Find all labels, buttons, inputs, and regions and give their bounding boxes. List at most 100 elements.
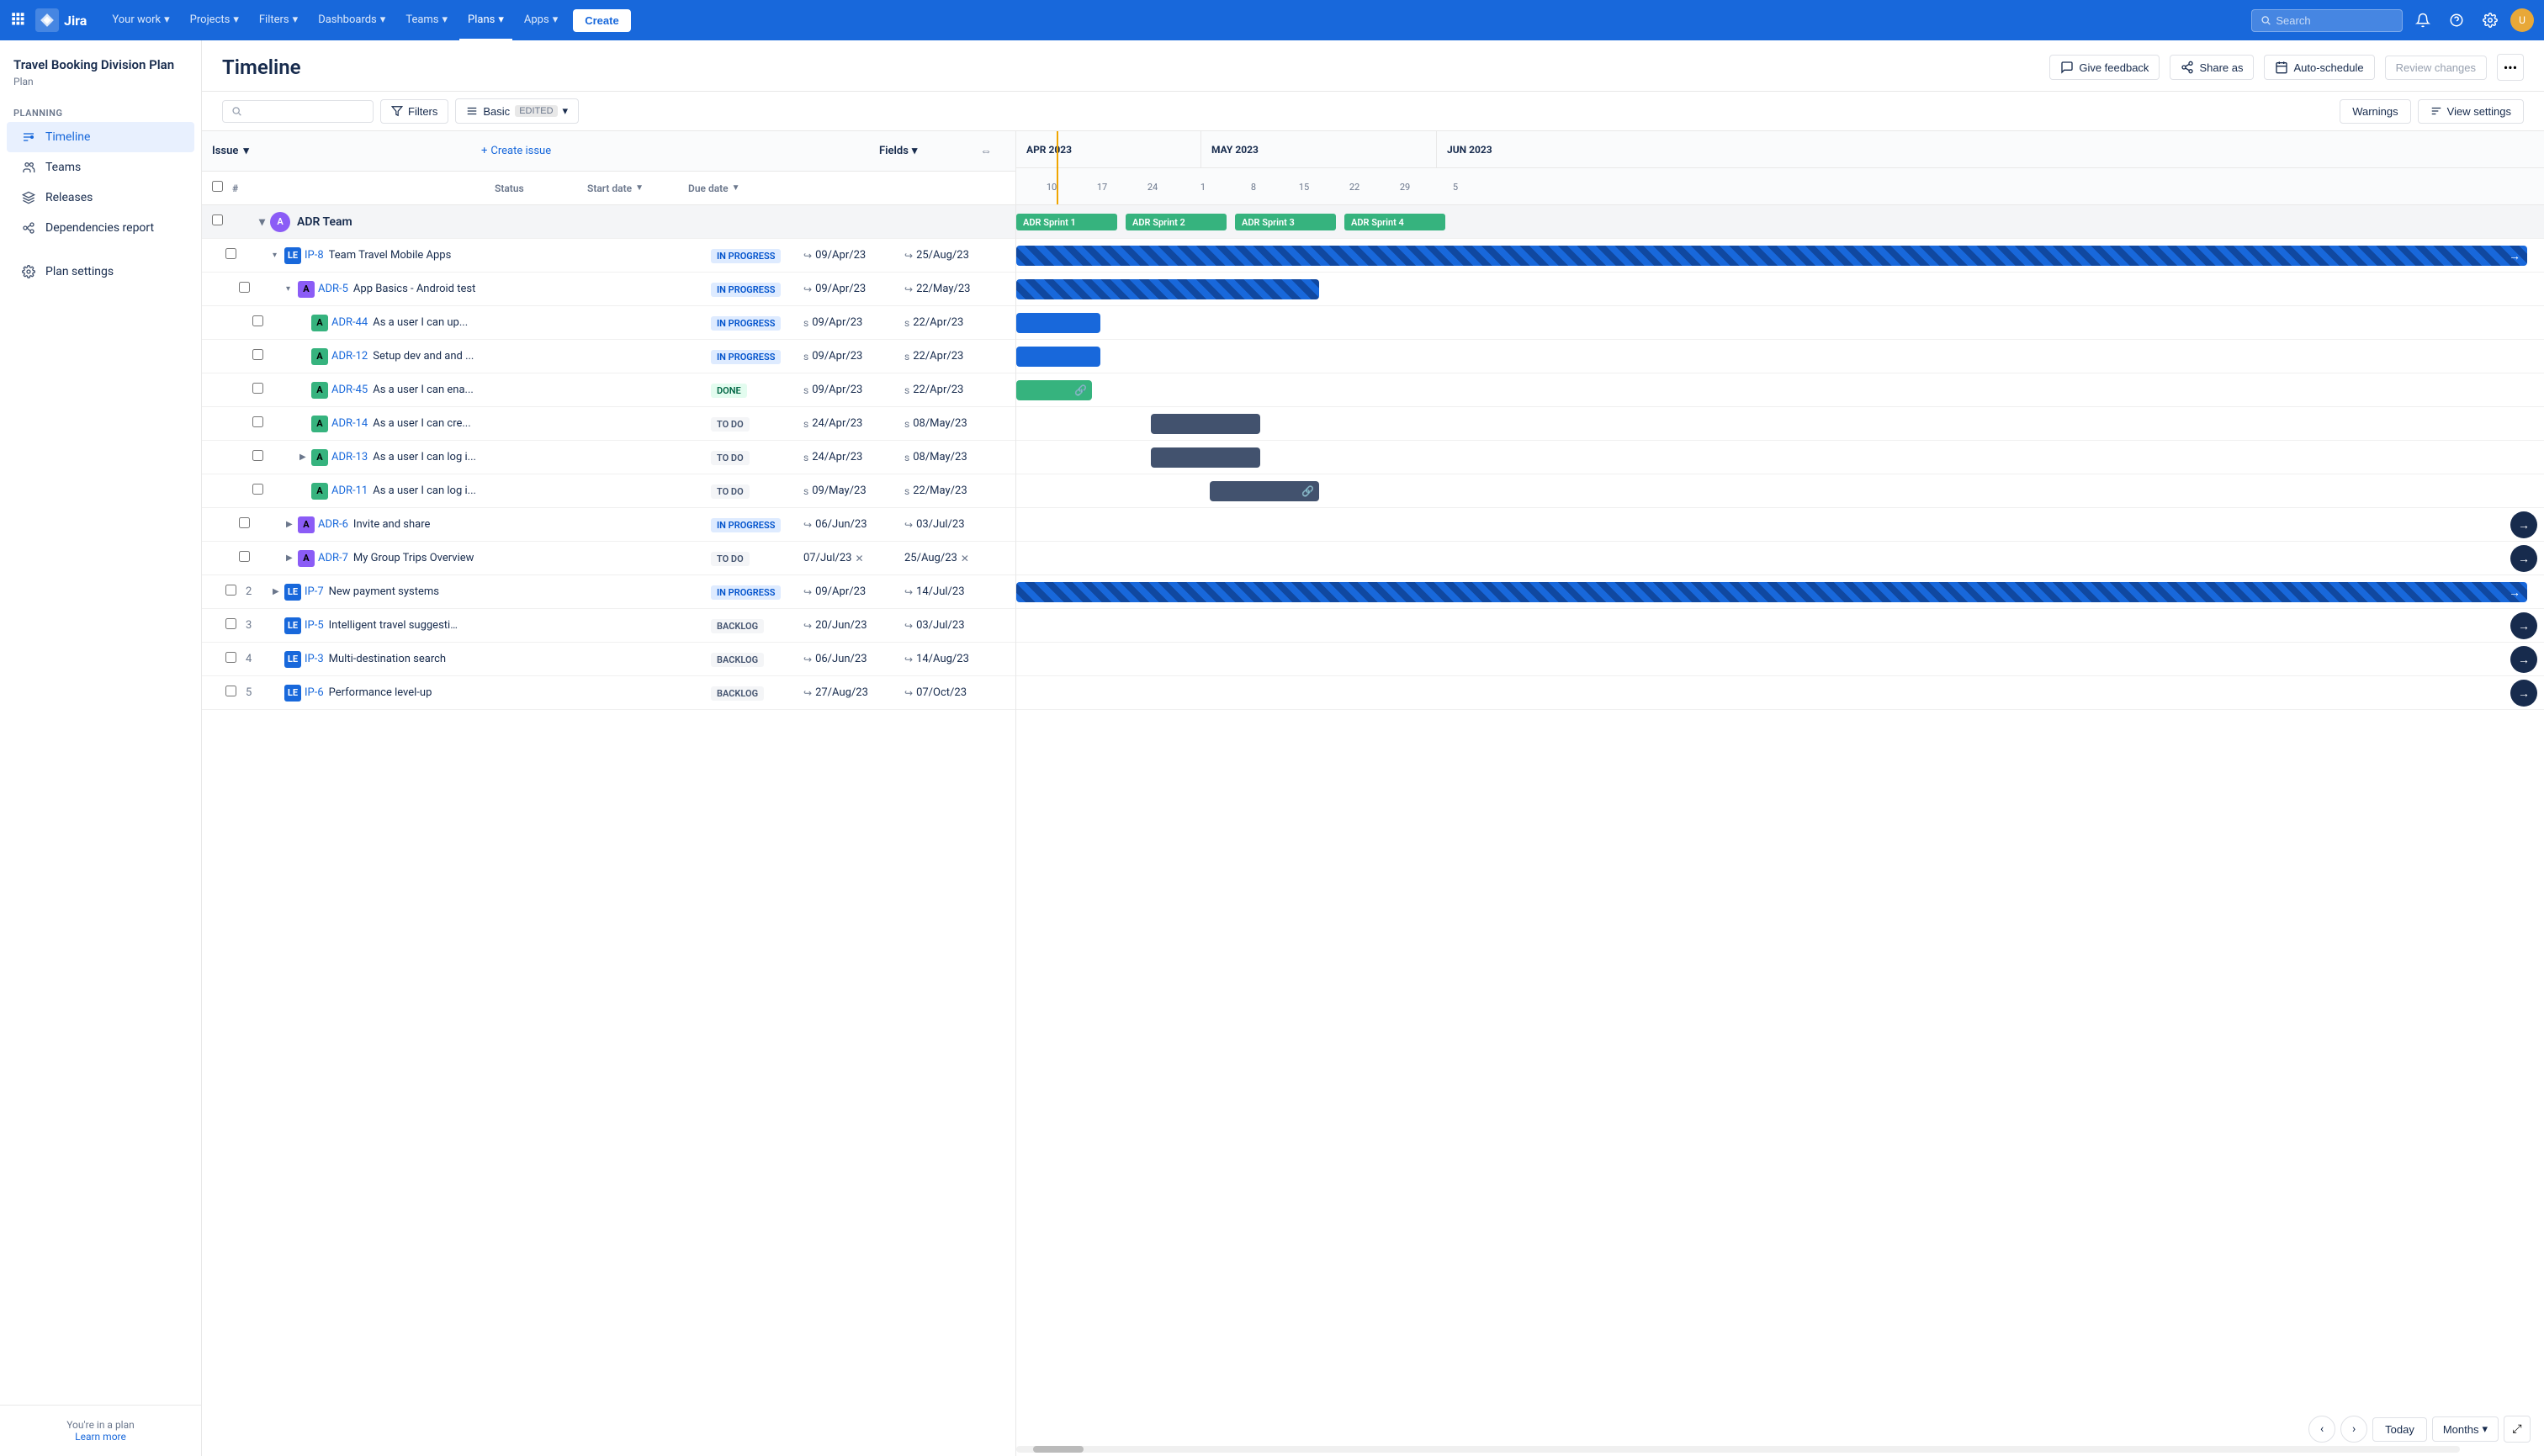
due-col-header[interactable]: Due date ▼ (688, 183, 789, 194)
table-row[interactable]: ▶ A ADR-6 Invite and share IN PROGRESS ↪… (202, 508, 1015, 542)
search-input[interactable] (246, 105, 364, 118)
row-checkbox[interactable] (225, 585, 236, 596)
share-as-button[interactable]: Share as (2170, 55, 2254, 80)
expand-cols-icon[interactable]: ⇔ (980, 144, 1005, 158)
issue-key[interactable]: IP-7 (305, 585, 324, 598)
group-checkbox[interactable] (212, 214, 223, 225)
basic-filter-button[interactable]: Basic EDITED ▾ (455, 98, 579, 124)
gantt-bar[interactable]: → (1016, 246, 2527, 266)
table-row[interactable]: A ADR-45 As a user I can ena... DONE s 0… (202, 373, 1015, 407)
settings-icon[interactable] (2477, 7, 2504, 34)
warnings-button[interactable]: Warnings (2340, 99, 2410, 124)
fields-column-header[interactable]: Fields ▾ (879, 145, 980, 157)
grid-icon[interactable] (10, 11, 25, 29)
issue-key[interactable]: IP-3 (305, 653, 324, 665)
row-checkbox[interactable] (225, 686, 236, 696)
issue-key[interactable]: IP-5 (305, 619, 324, 632)
issue-key[interactable]: ADR-7 (318, 552, 348, 564)
horizontal-scrollbar[interactable] (1016, 1446, 2460, 1453)
filters-button[interactable]: Filters (380, 99, 448, 124)
row-checkbox[interactable] (252, 416, 263, 427)
table-row[interactable]: A ADR-12 Setup dev and and ... IN PROGRE… (202, 340, 1015, 373)
gantt-next-button[interactable]: › (2340, 1416, 2367, 1443)
group-row-adr[interactable]: ▾ A ADR Team (202, 205, 1015, 239)
scrollbar-thumb[interactable] (1033, 1446, 1084, 1453)
row-checkbox[interactable] (225, 248, 236, 259)
table-row[interactable]: A ADR-44 As a user I can up... IN PROGRE… (202, 306, 1015, 340)
search-box[interactable] (2251, 9, 2403, 32)
view-settings-button[interactable]: View settings (2418, 99, 2524, 124)
row-checkbox[interactable] (239, 282, 250, 293)
nav-right-btn[interactable]: → (2510, 511, 2537, 538)
give-feedback-button[interactable]: Give feedback (2049, 55, 2160, 80)
expand-icon[interactable]: ▶ (273, 587, 284, 596)
table-row[interactable]: ▶ A ADR-7 My Group Trips Overview TO DO … (202, 542, 1015, 575)
nav-filters[interactable]: Filters ▾ (251, 0, 306, 40)
issue-key[interactable]: IP-8 (305, 249, 324, 262)
table-row[interactable]: A ADR-14 As a user I can cre... TO DO s … (202, 407, 1015, 441)
row-checkbox[interactable] (252, 349, 263, 360)
expand-icon[interactable]: ▾ (273, 251, 284, 260)
nav-right-btn[interactable]: → (2510, 612, 2537, 639)
gantt-bar[interactable]: → (1016, 582, 2527, 602)
search-input[interactable] (2276, 14, 2393, 27)
review-changes-button[interactable]: Review changes (2385, 56, 2487, 80)
nav-right-btn[interactable]: → (2510, 646, 2537, 673)
nav-projects[interactable]: Projects ▾ (182, 0, 247, 40)
expand-icon[interactable]: ▾ (286, 284, 298, 294)
issue-column-header[interactable]: Issue ▾ (212, 145, 481, 157)
row-checkbox[interactable] (225, 652, 236, 663)
months-button[interactable]: Months ▾ (2432, 1416, 2499, 1442)
sidebar-item-teams[interactable]: Teams (7, 152, 194, 183)
issue-key[interactable]: ADR-12 (331, 350, 368, 363)
issue-key[interactable]: ADR-5 (318, 283, 348, 295)
row-checkbox[interactable] (239, 551, 250, 562)
gantt-bar[interactable] (1016, 313, 1100, 333)
auto-schedule-button[interactable]: Auto-schedule (2264, 55, 2374, 80)
row-checkbox[interactable] (225, 618, 236, 629)
jira-logo[interactable]: Jira (35, 8, 87, 32)
table-row[interactable]: 3 LE IP-5 Intelligent travel suggestions… (202, 609, 1015, 643)
nav-plans[interactable]: Plans ▾ (459, 0, 512, 40)
table-row[interactable]: ▶ A ADR-13 As a user I can log i... TO D… (202, 441, 1015, 474)
issue-key[interactable]: ADR-13 (331, 451, 368, 463)
issue-key[interactable]: IP-6 (305, 686, 324, 699)
table-row[interactable]: 5 LE IP-6 Performance level-up BACKLOG ↪… (202, 676, 1015, 710)
row-checkbox[interactable] (252, 450, 263, 461)
nav-right-btn[interactable]: → (2510, 680, 2537, 707)
table-row[interactable]: ▾ A ADR-5 App Basics - Android test IN P… (202, 273, 1015, 306)
expand-icon[interactable]: ▶ (286, 553, 298, 563)
more-options-button[interactable]: ••• (2497, 54, 2524, 81)
issue-key[interactable]: ADR-6 (318, 518, 348, 531)
issue-key[interactable]: ADR-45 (331, 384, 368, 396)
expand-icon[interactable]: ▶ (299, 453, 311, 462)
sidebar-item-dependencies[interactable]: Dependencies report (7, 213, 194, 243)
learn-more-link[interactable]: Learn more (75, 1431, 126, 1443)
gantt-bar[interactable]: 🔗 (1210, 481, 1319, 501)
row-checkbox[interactable] (252, 484, 263, 495)
create-button[interactable]: Create (573, 9, 630, 32)
sidebar-item-plan-settings[interactable]: Plan settings (7, 257, 194, 287)
nav-apps[interactable]: Apps ▾ (516, 0, 566, 40)
row-checkbox[interactable] (252, 315, 263, 326)
table-row[interactable]: A ADR-11 As a user I can log i... TO DO … (202, 474, 1015, 508)
nav-teams[interactable]: Teams ▾ (397, 0, 456, 40)
gantt-bar[interactable] (1016, 279, 1319, 299)
issue-key[interactable]: ADR-11 (331, 484, 368, 497)
row-checkbox[interactable] (252, 383, 263, 394)
issue-key[interactable]: ADR-14 (331, 417, 368, 430)
gantt-bar[interactable] (1016, 347, 1100, 367)
gantt-prev-button[interactable]: ‹ (2308, 1416, 2335, 1443)
start-col-header[interactable]: Start date ▼ (587, 183, 688, 194)
sidebar-item-timeline[interactable]: Timeline (7, 122, 194, 152)
nav-dashboards[interactable]: Dashboards ▾ (310, 0, 394, 40)
gantt-bar[interactable]: 🔗 (1016, 380, 1092, 400)
issue-search-box[interactable] (222, 100, 374, 123)
select-all-checkbox[interactable] (212, 181, 223, 192)
today-button[interactable]: Today (2372, 1417, 2427, 1442)
fullscreen-button[interactable]: ⤢ (2504, 1416, 2531, 1443)
table-row[interactable]: 2 ▶ LE IP-7 New payment systems IN PROGR… (202, 575, 1015, 609)
sidebar-item-releases[interactable]: Releases (7, 183, 194, 213)
create-issue-button[interactable]: + Create issue (481, 145, 879, 157)
notifications-icon[interactable] (2409, 7, 2436, 34)
